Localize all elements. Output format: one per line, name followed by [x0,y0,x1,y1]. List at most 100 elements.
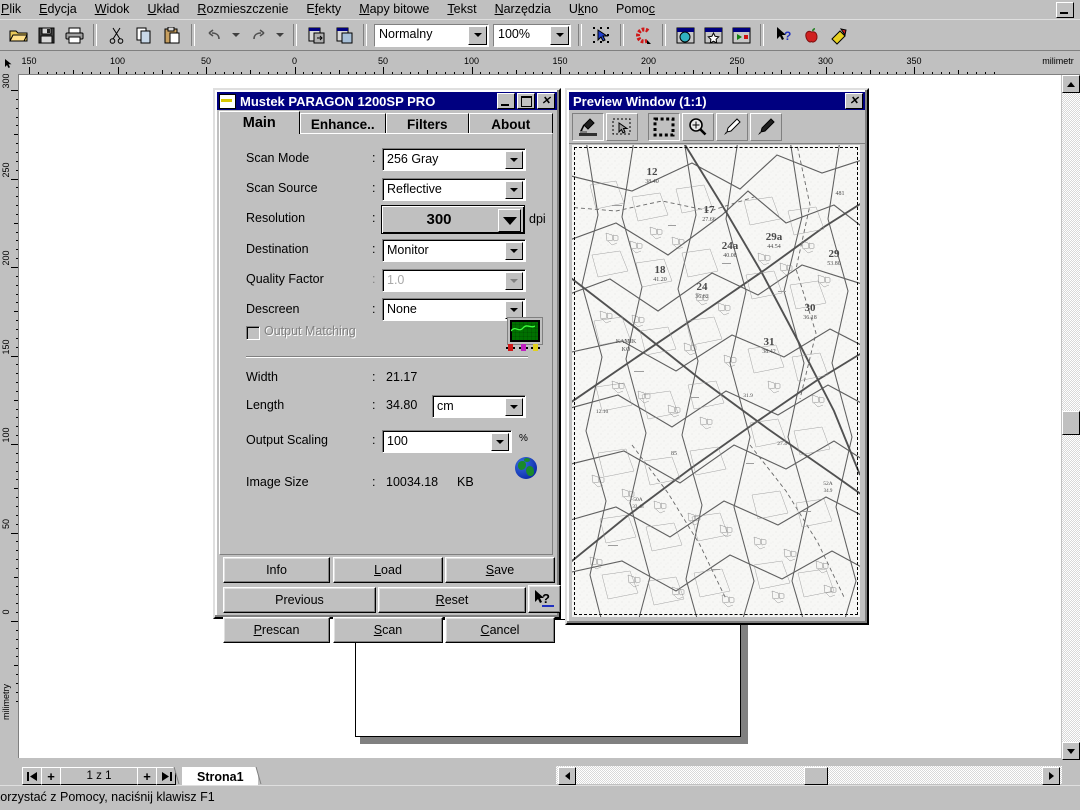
chevron-down-icon[interactable] [498,209,521,232]
close-button[interactable]: ✕ [537,93,555,109]
menu-items[interactable]: Plik Edycja Widok Układ Rozmieszczenie Efekty… [0,0,664,18]
scan-mode-combo[interactable]: 256 Gray [382,148,526,171]
undo-icon[interactable] [201,23,227,47]
save-button[interactable]: Save [445,557,555,583]
scroll-down-button[interactable] [1062,742,1080,760]
reset-button[interactable]: Reset [378,587,526,613]
menu-item-tekst[interactable]: Tekst [438,1,485,18]
tape-icon[interactable] [826,23,852,47]
color-matching-icon[interactable] [508,318,542,344]
vertical-scroll-thumb[interactable] [1062,411,1080,435]
prescan-button[interactable]: Prescan [223,617,330,643]
descreen-combo[interactable]: None [382,298,526,321]
output-scaling-combo[interactable]: 100 [382,430,512,453]
chevron-down-icon[interactable] [505,151,523,169]
selection-marquee[interactable] [574,147,858,615]
scan-source-combo[interactable]: Reflective [382,178,526,201]
menu-item-efekty[interactable]: Efekty [297,1,350,18]
scanner-dialog[interactable]: Mustek PARAGON 1200SP PRO ✕ Main Enhance… [213,88,561,643]
redo-dropdown-icon[interactable] [273,23,287,47]
length-unit-combo[interactable]: cm [432,395,526,418]
horizontal-scrollbar[interactable] [556,766,1062,785]
menu-item-ukno[interactable]: Ukno [560,1,607,18]
whats-this-icon[interactable]: ? [770,23,796,47]
minimize-button[interactable] [497,93,515,109]
import-icon[interactable] [303,23,329,47]
zoom-icon[interactable] [682,113,714,141]
cut-icon[interactable] [103,23,129,47]
tab-main[interactable]: Main [219,111,300,134]
tab-filters[interactable]: Filters [386,113,469,134]
scroll-left-button[interactable] [558,767,576,785]
previous-button[interactable]: Previous [223,587,376,613]
scan-button[interactable]: Scan [333,617,443,643]
menu-item-pomoc[interactable]: Pomoc [607,1,664,18]
chevron-down-icon[interactable] [468,25,487,45]
app-present-icon[interactable] [728,23,754,47]
white-eyedropper-icon[interactable] [716,113,748,141]
add-page-before-button[interactable]: + [41,767,61,785]
ruler-corner[interactable] [0,55,19,75]
chevron-down-icon[interactable] [505,301,523,319]
scroll-right-button[interactable] [1042,767,1060,785]
corel-icon[interactable] [630,23,656,47]
black-eyedropper-icon[interactable] [750,113,782,141]
save-icon[interactable] [33,23,59,47]
chevron-down-icon[interactable] [491,433,509,451]
menu-item-rozmieszczenie[interactable]: Rozmieszczenie [188,1,297,18]
open-icon[interactable] [5,23,31,47]
tab-about[interactable]: About [468,113,553,134]
last-page-button[interactable] [156,767,176,785]
close-button[interactable]: ✕ [845,93,863,109]
chevron-down-icon[interactable] [505,398,523,416]
copy-icon[interactable] [131,23,157,47]
marquee-icon[interactable] [648,113,680,141]
chevron-down-icon[interactable] [505,181,523,199]
redo-icon[interactable] [245,23,271,47]
paste-icon[interactable] [159,23,185,47]
menu-item-mapy-bitowe[interactable]: Mapy bitowe [350,1,438,18]
tab-enhance[interactable]: Enhance.. [299,113,386,134]
apple-icon[interactable] [798,23,824,47]
scanner-dialog-titlebar[interactable]: Mustek PARAGON 1200SP PRO ✕ [217,92,557,110]
resolution-combo[interactable]: 300 [382,206,524,233]
vertical-scrollbar[interactable] [1062,75,1080,760]
preview-window[interactable]: Preview Window (1:1) ✕ 12 38.40 17 27.66… [565,88,869,625]
globe-icon[interactable] [515,457,537,479]
preview-toolbar[interactable] [569,111,865,144]
chevron-down-icon[interactable] [505,242,523,260]
cancel-button[interactable]: Cancel [445,617,555,643]
mdi-minimize-button[interactable] [1056,2,1074,18]
vertical-ruler[interactable]: 300 250 200 150 100 50 0 milimetry [0,74,19,758]
destination-combo[interactable]: Monitor [382,239,526,262]
zoom-combo[interactable]: 100% [493,23,571,47]
export-icon[interactable] [331,23,357,47]
menu-item-układ[interactable]: Układ [138,1,188,18]
add-page-after-button[interactable]: + [137,767,157,785]
prescan-icon[interactable] [572,113,604,141]
select-all-icon[interactable] [588,23,614,47]
preview-image[interactable]: 12 38.40 17 27.66 29a 44.54 29 53.80 24a… [572,145,860,617]
horizontal-scroll-thumb[interactable] [804,767,828,785]
chevron-down-icon[interactable] [550,25,569,45]
select-area-icon[interactable] [606,113,638,141]
scroll-up-button[interactable] [1062,75,1080,93]
style-combo[interactable]: Normalny [374,23,489,47]
app-star-icon[interactable] [700,23,726,47]
menu-item-widok[interactable]: Widok [86,1,139,18]
menu-item-plik[interactable]: Plik [0,1,30,18]
app-bitmap-icon[interactable] [672,23,698,47]
horizontal-ruler[interactable]: 150 100 50 0 50 100 150 200 250 300 350 milimetr [18,55,1080,75]
undo-dropdown-icon[interactable] [229,23,243,47]
print-icon[interactable] [61,23,87,47]
info-button[interactable]: Info [223,557,330,583]
menu-item-narzędzia[interactable]: Narzędzia [486,1,560,18]
menu-item-edycja[interactable]: Edycja [30,1,86,18]
load-button[interactable]: Load [333,557,443,583]
maximize-button[interactable] [517,93,535,109]
page-tab-strona1[interactable]: Strona1 [182,767,258,785]
first-page-button[interactable] [22,767,42,785]
scanner-dialog-tabs[interactable]: Main Enhance.. Filters About [219,111,553,134]
preview-window-titlebar[interactable]: Preview Window (1:1) ✕ [569,92,865,110]
whats-this-help-button[interactable]: ? [528,585,561,613]
